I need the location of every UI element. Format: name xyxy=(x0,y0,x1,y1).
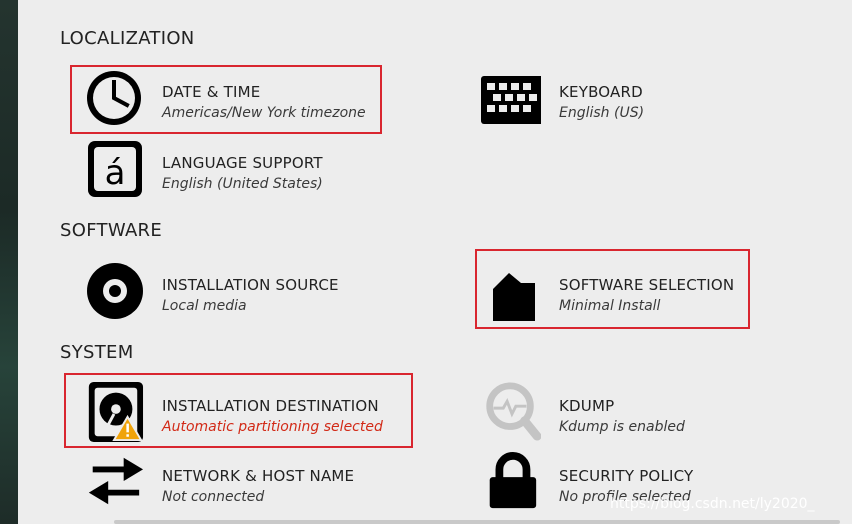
spoke-installation-source[interactable]: INSTALLATION SOURCE Local media xyxy=(84,261,404,323)
hub-panel: LOCALIZATION SOFTWARE SYSTEM DATE & TIME… xyxy=(18,0,852,524)
spoke-title: LANGUAGE SUPPORT xyxy=(162,154,323,172)
desktop-edge xyxy=(0,0,18,524)
lock-icon xyxy=(489,452,537,509)
section-localization: LOCALIZATION xyxy=(60,28,195,49)
spoke-status: English (United States) xyxy=(162,176,323,192)
spoke-title: NETWORK & HOST NAME xyxy=(162,467,355,485)
network-arrows-icon xyxy=(88,457,144,505)
svg-text:á: á xyxy=(105,153,126,193)
highlight-installation-destination xyxy=(64,373,413,448)
language-icon: á xyxy=(88,141,142,197)
horizontal-scrollbar[interactable] xyxy=(114,520,840,524)
section-software: SOFTWARE xyxy=(60,220,163,241)
highlight-date-time xyxy=(70,65,382,134)
spoke-title: INSTALLATION SOURCE xyxy=(162,276,339,294)
watermark: https://blog.csdn.net/ly2020_ xyxy=(610,496,815,512)
spoke-title: KDUMP xyxy=(559,397,615,415)
spoke-status: English (US) xyxy=(559,105,645,121)
spoke-status: Local media xyxy=(162,298,247,314)
spoke-title: KEYBOARD xyxy=(559,83,643,101)
keyboard-icon xyxy=(481,76,541,124)
spoke-keyboard[interactable]: KEYBOARD English (US) xyxy=(481,68,741,130)
spoke-language-support[interactable]: á LANGUAGE SUPPORT English (United State… xyxy=(84,139,384,201)
magnifier-icon xyxy=(486,382,541,441)
spoke-status: Kdump is enabled xyxy=(559,419,685,435)
spoke-status: Not connected xyxy=(162,489,265,505)
spoke-kdump[interactable]: KDUMP Kdump is enabled xyxy=(481,382,721,444)
spoke-title: SECURITY POLICY xyxy=(559,467,694,485)
section-system: SYSTEM xyxy=(60,342,134,363)
spoke-network-host-name[interactable]: NETWORK & HOST NAME Not connected xyxy=(84,452,404,514)
highlight-software-selection xyxy=(475,249,750,329)
disc-icon xyxy=(87,263,143,319)
